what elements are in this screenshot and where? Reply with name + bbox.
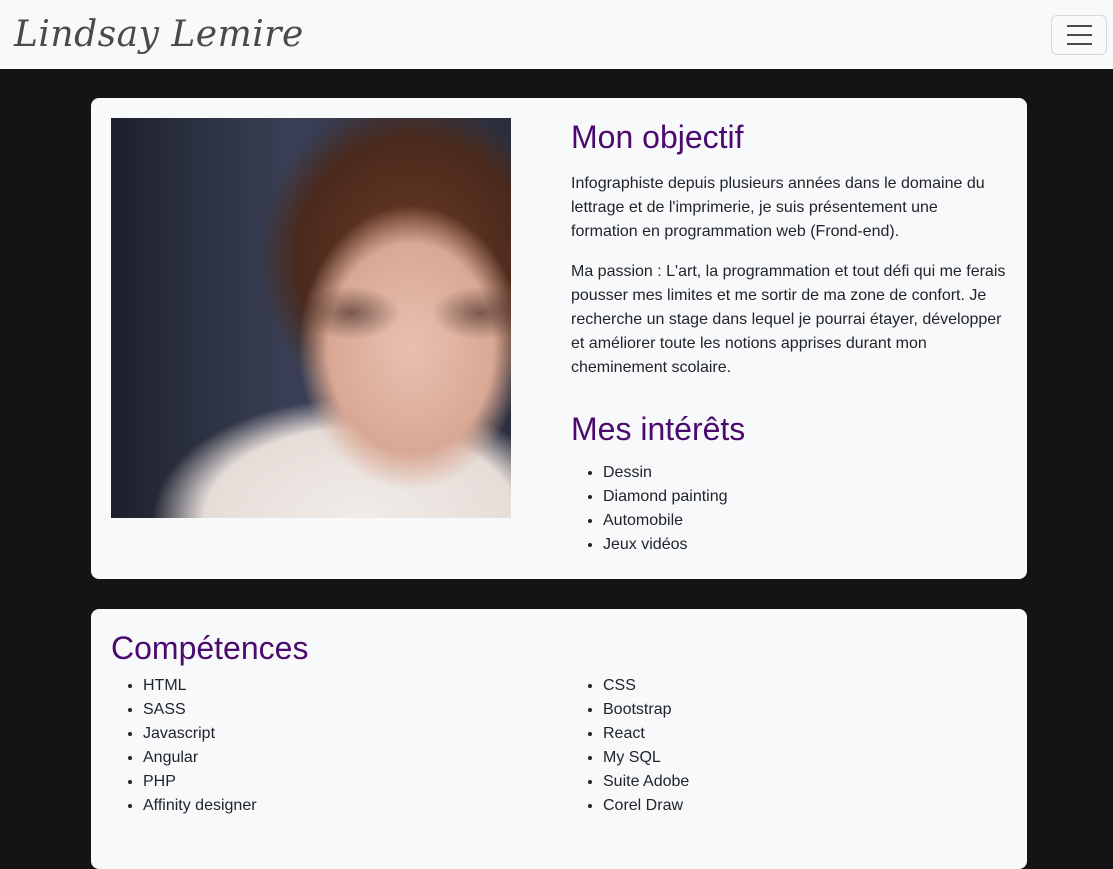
list-item: HTML <box>143 674 573 698</box>
competences-heading: Compétences <box>111 630 309 666</box>
list-item: Dessin <box>603 461 1007 485</box>
navbar: Lindsay Lemire <box>0 0 1113 69</box>
about-content: Mon objectif Infographiste depuis plusie… <box>571 118 1007 557</box>
hamburger-menu-icon-line <box>1066 33 1092 36</box>
list-item: Automobile <box>603 509 1007 533</box>
list-item: React <box>603 722 1033 746</box>
list-item: Jeux vidéos <box>603 533 1007 557</box>
hamburger-menu-icon-line <box>1066 42 1092 45</box>
list-item: Javascript <box>143 722 573 746</box>
list-item: My SQL <box>603 746 1033 770</box>
list-item: Affinity designer <box>143 794 573 818</box>
profile-photo <box>111 118 511 518</box>
interets-heading: Mes intérêts <box>571 411 746 447</box>
list-item: Suite Adobe <box>603 770 1033 794</box>
about-card: Mon objectif Infographiste depuis plusie… <box>91 98 1027 579</box>
brand-logo-link[interactable]: Lindsay Lemire <box>14 14 304 55</box>
list-item: Angular <box>143 746 573 770</box>
interets-list: Dessin Diamond painting Automobile Jeux … <box>571 461 1007 557</box>
objectif-paragraph-1: Infographiste depuis plusieurs années da… <box>571 175 985 240</box>
hamburger-menu-icon <box>1066 24 1092 27</box>
list-item: Diamond painting <box>603 485 1007 509</box>
competences-list-left: HTML SASS Javascript Angular PHP Affinit… <box>111 674 573 818</box>
list-item: CSS <box>603 674 1033 698</box>
list-item: Bootstrap <box>603 698 1033 722</box>
list-item: SASS <box>143 698 573 722</box>
objectif-heading: Mon objectif <box>571 119 744 155</box>
list-item: Corel Draw <box>603 794 1033 818</box>
hamburger-menu-button[interactable] <box>1051 14 1107 55</box>
competences-list-right: CSS Bootstrap React My SQL Suite Adobe C… <box>571 674 1033 818</box>
list-item: PHP <box>143 770 573 794</box>
objectif-paragraph-2: Ma passion : L'art, la programmation et … <box>571 263 1006 376</box>
competences-card: Compétences HTML SASS Javascript Angular… <box>91 609 1027 869</box>
